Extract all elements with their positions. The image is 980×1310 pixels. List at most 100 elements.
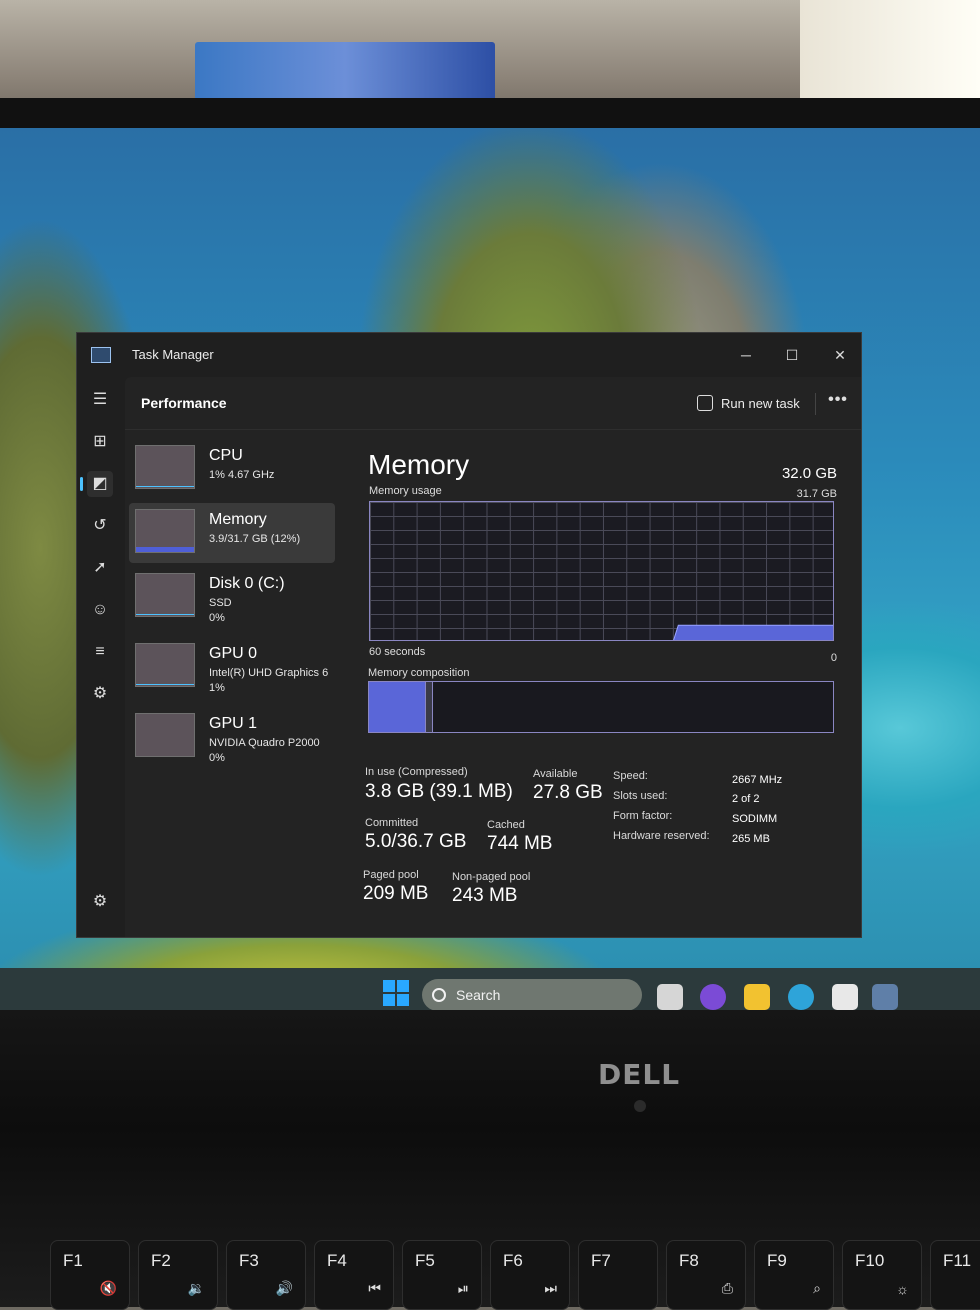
device-name: CPU [209,447,243,464]
graph-zero-label: 0 [830,652,837,664]
key-f8[interactable]: F8 ⎙ [666,1240,746,1310]
background-tv [195,42,495,102]
device-gpu-1[interactable]: GPU 1 NVIDIA Quadro P2000 0% [129,707,335,767]
key-media-icon: ⏭ [544,1280,557,1296]
key-media-icon: ⌕ [813,1280,821,1296]
task-manager-taskbar-icon[interactable] [872,984,898,1010]
key-media-icon: 🔊 [275,1280,293,1296]
key-label: F10 [855,1251,885,1270]
microsoft-store-icon[interactable] [832,984,858,1010]
key-label: F9 [767,1251,787,1270]
key-f1[interactable]: F1 🔇 [50,1240,130,1310]
memory-composition-bar [368,681,834,733]
users-icon[interactable]: ☺ [87,597,113,623]
key-f10[interactable]: F10 ☼ [842,1240,922,1310]
time-window-label: 60 seconds [369,646,426,658]
task-view-icon[interactable] [657,984,683,1010]
edge-browser-icon[interactable] [788,984,814,1010]
gpu0-thumbnail [135,643,195,687]
key-label: F7 [591,1251,611,1270]
device-detail: SSD [209,597,232,609]
key-f7[interactable]: F7 [578,1240,658,1310]
committed-value: 5.0/36.7 GB [365,831,467,852]
speed-value: 2667 MHz [732,774,783,786]
disk-thumbnail [135,573,195,617]
performance-icon[interactable]: ◩ [80,471,113,497]
composition-in-use [369,682,425,732]
key-f6[interactable]: F6 ⏭ [490,1240,570,1310]
available-value: 27.8 GB [533,782,603,803]
memory-usage-label: Memory usage [369,485,442,497]
slots-used-value: 2 of 2 [732,793,760,805]
key-media-icon: 🔉 [187,1280,205,1296]
window-title: Task Manager [132,347,214,362]
maximize-button[interactable]: ☐ [777,343,807,367]
key-label: F4 [327,1251,347,1270]
cached-value: 744 MB [487,833,553,854]
device-disk-0[interactable]: Disk 0 (C:) SSD 0% [129,567,335,627]
key-media-icon: ☼ [896,1281,909,1297]
device-detail: 3.9/31.7 GB (12%) [209,533,301,545]
teams-chat-icon[interactable] [700,984,726,1010]
device-memory[interactable]: Memory 3.9/31.7 GB (12%) [129,503,335,563]
device-name: Disk 0 (C:) [209,575,285,592]
processes-icon[interactable]: ⊞ [87,429,113,455]
key-media-icon: ⏮ [368,1280,381,1296]
key-f9[interactable]: F9 ⌕ [754,1240,834,1310]
taskbar-search-box[interactable]: Search [422,979,642,1011]
task-manager-app-icon [91,347,111,363]
close-button[interactable]: ✕ [825,343,855,367]
content-header: Performance Run new task ••• [125,377,861,430]
function-key-row: F1 🔇 F2 🔉 F3 🔊 F4 ⏮ F5 ⏯ F6 ⏭ F7 F8 ⎙ F9 ⌕ F10 ☼ F11 [0,1240,980,1310]
header-divider [815,393,816,415]
memory-detail-panel: Memory 32.0 GB Memory usage 31.7 GB 60 s… [363,441,845,921]
paged-pool-value: 209 MB [363,883,429,904]
dell-logo: DELL [598,1058,681,1091]
run-new-task-button[interactable]: Run new task [697,391,800,415]
form-factor-label: Form factor: [613,810,673,822]
app-history-icon[interactable]: ↺ [87,513,113,539]
run-new-task-label: Run new task [721,395,800,411]
services-icon[interactable]: ⚙ [87,681,113,707]
key-f4[interactable]: F4 ⏮ [314,1240,394,1310]
cpu-thumbnail [135,445,195,489]
minimize-button[interactable]: ─ [731,343,761,367]
key-label: F5 [415,1251,435,1270]
start-button-windows-icon[interactable] [383,980,409,1006]
device-usage: 0% [209,612,225,624]
details-icon[interactable]: ≡ [87,639,113,665]
startup-apps-icon[interactable]: ➚ [87,555,113,581]
settings-gear-icon[interactable]: ⚙ [87,889,113,915]
file-explorer-icon[interactable] [744,984,770,1010]
webcam-icon [634,1100,646,1112]
device-cpu[interactable]: CPU 1% 4.67 GHz [129,439,335,499]
key-label: F11 [943,1251,972,1270]
memory-max-label: 31.7 GB [796,488,837,500]
hamburger-menu-icon[interactable]: ☰ [87,387,113,413]
composition-modified [424,682,433,732]
device-usage: 0% [209,752,225,764]
key-f2[interactable]: F2 🔉 [138,1240,218,1310]
in-use-value: 3.8 GB (39.1 MB) [365,781,513,802]
key-f5[interactable]: F5 ⏯ [402,1240,482,1310]
key-f11[interactable]: F11 [930,1240,980,1310]
more-options-icon[interactable]: ••• [823,391,853,415]
non-paged-pool-label: Non-paged pool [452,871,531,883]
key-media-icon: 🔇 [99,1280,117,1296]
device-name: GPU 0 [209,645,258,662]
device-usage: 1% [209,682,225,694]
device-name: GPU 1 [209,715,258,732]
key-label: F3 [239,1251,259,1270]
slots-used-label: Slots used: [613,790,668,802]
device-detail: Intel(R) UHD Graphics 6 [209,667,329,679]
title-bar[interactable]: Task Manager ─ ☐ ✕ [77,333,861,377]
gpu1-thumbnail [135,713,195,757]
device-gpu-0[interactable]: GPU 0 Intel(R) UHD Graphics 6 1% [129,637,335,697]
available-label: Available [533,768,578,780]
run-task-icon [697,395,713,411]
memory-usage-area [673,624,833,640]
key-f3[interactable]: F3 🔊 [226,1240,306,1310]
memory-title: Memory [368,449,470,480]
committed-label: Committed [365,817,419,829]
in-use-label: In use (Compressed) [365,766,468,778]
